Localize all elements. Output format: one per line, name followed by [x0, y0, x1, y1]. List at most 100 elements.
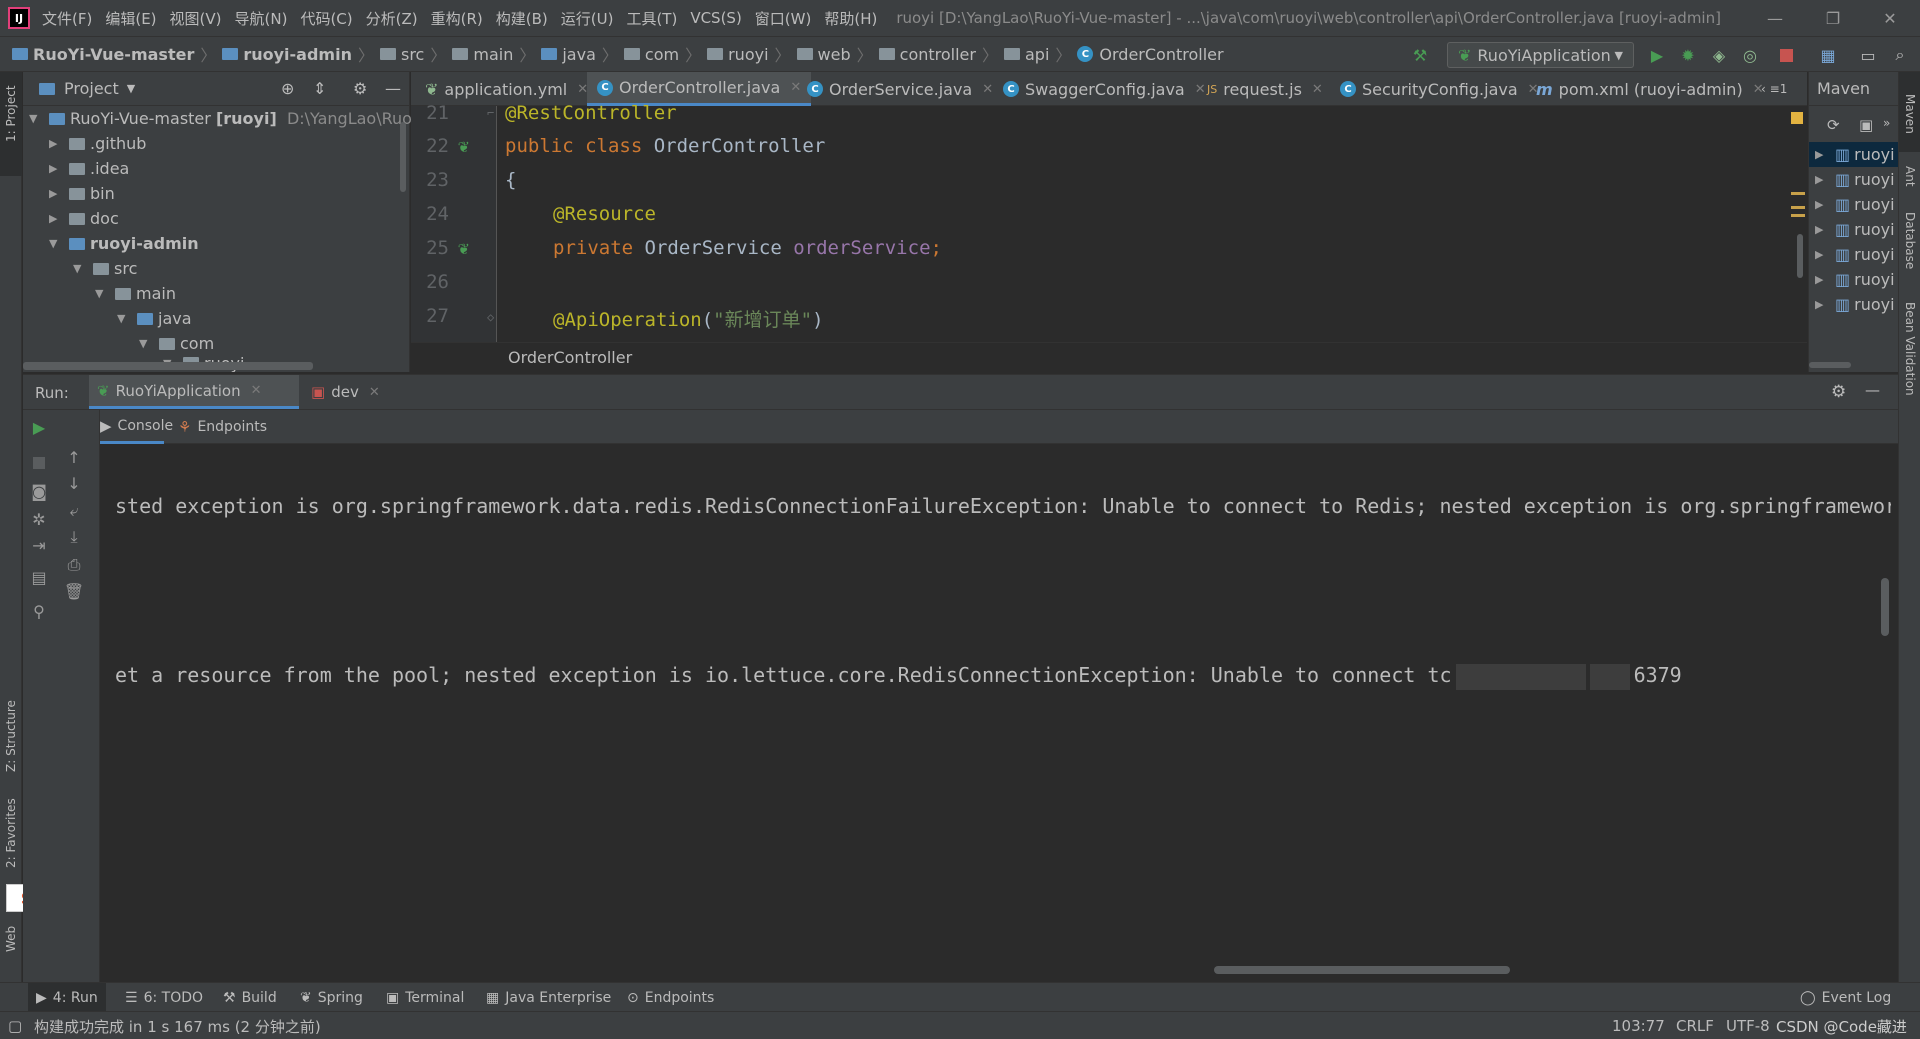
soft-wrap-icon[interactable]: ⤶	[63, 500, 85, 522]
error-stripe-mark[interactable]	[1791, 206, 1805, 209]
fold-icon[interactable]: ◇	[487, 310, 494, 324]
tree-item-main[interactable]: ▼ main	[95, 281, 176, 306]
favorites-tool-label[interactable]: 2: Favorites	[4, 798, 18, 868]
arrow-down-icon[interactable]: ↓	[63, 472, 85, 494]
hide-icon[interactable]: —	[385, 79, 401, 98]
tab-application-yml[interactable]: ❦ application.yml ✕	[415, 72, 598, 106]
minimize-icon[interactable]: —	[1745, 0, 1805, 36]
crumb-src[interactable]: src	[379, 45, 424, 64]
error-stripe-mark[interactable]	[1791, 192, 1805, 195]
debug-icon[interactable]: ✹	[1678, 45, 1698, 65]
profile-icon[interactable]: ◎	[1740, 45, 1760, 65]
stop-icon[interactable]	[28, 452, 50, 474]
console-output[interactable]: sted exception is org.springframework.da…	[101, 444, 1891, 966]
tab-request-js[interactable]: JS request.js ✕	[1197, 72, 1333, 106]
menu-build[interactable]: 构建(B)	[496, 8, 548, 29]
crumb-module[interactable]: ruoyi-admin	[222, 45, 352, 64]
database-tool-label[interactable]: Database	[1903, 212, 1917, 269]
editor-breadcrumb[interactable]: OrderController	[508, 348, 632, 367]
crumb-main[interactable]: main	[452, 45, 513, 64]
maven-project-item[interactable]: ▶ ▥ ruoyi	[1815, 242, 1895, 267]
crumb-controller[interactable]: controller	[878, 45, 976, 64]
tab-pom-xml[interactable]: m pom.xml (ruoyi-admin) ✕	[1526, 72, 1774, 106]
trash-icon[interactable]: 🗑	[63, 580, 85, 602]
line-separator[interactable]: CRLF	[1676, 1012, 1714, 1039]
error-stripe-mark[interactable]	[1791, 214, 1805, 217]
maven-tool-label[interactable]: Maven	[1903, 94, 1917, 134]
more-icon[interactable]: »	[1883, 116, 1890, 130]
layout-icon[interactable]: ▭	[1858, 45, 1878, 65]
close-tab-icon[interactable]: ✕	[251, 383, 262, 398]
tree-item-ruoyi-admin[interactable]: ▼ ruoyi-admin	[49, 231, 199, 256]
close-tab-icon[interactable]: ✕	[1312, 82, 1323, 97]
tab-ordercontroller[interactable]: C OrderController.java ✕	[587, 72, 812, 106]
run-config-select[interactable]: ❦ RuoYiApplication ▼	[1447, 42, 1634, 68]
caret-position[interactable]: 103:77	[1612, 1012, 1665, 1039]
maven-project-item[interactable]: ▶ ▥ ruoyi	[1815, 217, 1895, 242]
print-icon[interactable]: ⎙	[63, 554, 85, 576]
menu-navigate[interactable]: 导航(N)	[235, 8, 288, 29]
tool-tab-endpoints[interactable]: ⊙ Endpoints	[627, 983, 714, 1012]
rerun-icon[interactable]: ▶	[28, 416, 50, 438]
reload-icon[interactable]: ⟳	[1827, 116, 1840, 134]
console-vertical-scrollbar[interactable]	[1881, 578, 1889, 636]
tab-swaggerconfig[interactable]: C SwaggerConfig.java ✕	[993, 72, 1216, 106]
warning-indicator-icon[interactable]	[1791, 112, 1803, 124]
close-tab-icon[interactable]: ✕	[369, 385, 380, 400]
menu-tools[interactable]: 工具(T)	[626, 8, 677, 29]
chevron-down-icon[interactable]: ▼	[127, 82, 135, 95]
close-icon[interactable]: ✕	[1860, 0, 1920, 36]
status-message[interactable]: 构建成功完成 in 1 s 167 ms (2 分钟之前)	[34, 1012, 321, 1039]
tool-tab-event-log[interactable]: ◯ Event Log	[1800, 983, 1891, 1012]
menu-code[interactable]: 代码(C)	[300, 8, 352, 29]
tree-item-java[interactable]: ▼ java	[117, 306, 192, 331]
crumb-java[interactable]: java	[541, 45, 596, 64]
editor-vertical-scrollbar[interactable]	[1797, 234, 1803, 278]
subtab-console[interactable]: ▶ Console	[100, 410, 173, 444]
debug-bug-icon[interactable]: ✲	[28, 508, 50, 530]
tree-item-idea[interactable]: ▶ .idea	[49, 156, 129, 181]
console-horizontal-scrollbar[interactable]	[1214, 966, 1510, 974]
menu-analyze[interactable]: 分析(Z)	[366, 8, 418, 29]
fold-icon[interactable]: ⌐	[487, 106, 494, 120]
tool-tab-terminal[interactable]: ▣ Terminal	[386, 983, 464, 1012]
crumb-ruoyi[interactable]: ruoyi	[707, 45, 769, 64]
restore-icon[interactable]: ❐	[1803, 0, 1863, 36]
stop-icon[interactable]	[1776, 45, 1796, 65]
tab-overflow-menu[interactable]: ‹ ≡1	[1751, 72, 1797, 106]
run-icon[interactable]: ▶	[1647, 45, 1667, 65]
menu-refactor[interactable]: 重构(R)	[431, 8, 483, 29]
locate-icon[interactable]: ⊕	[281, 79, 294, 98]
hide-icon[interactable]: —	[1865, 381, 1880, 399]
collapse-all-icon[interactable]: ⇕	[313, 79, 326, 98]
horizontal-scrollbar[interactable]	[23, 362, 313, 370]
status-toggle-icon[interactable]: ▢	[8, 1012, 22, 1039]
maven-project-item[interactable]: ▶ ▥ ruoyi	[1815, 292, 1895, 317]
bean-validation-tool-label[interactable]: Bean Validation	[1903, 302, 1917, 396]
crumb-class[interactable]: C OrderController	[1077, 45, 1224, 64]
code-editor[interactable]: 21 22 23 24 25 26 27 ❦ ❦ ⌐ ◇ @RestContro…	[411, 102, 1807, 342]
layout-icon[interactable]: ▤	[28, 566, 50, 588]
tool-tab-spring[interactable]: ❦ Spring	[300, 983, 363, 1012]
camera-icon[interactable]: ◙	[28, 480, 50, 502]
spring-bean-gutter-icon[interactable]: ❦	[458, 136, 469, 157]
gear-icon[interactable]: ⚙	[353, 79, 367, 98]
project-panel-title[interactable]: Project	[64, 79, 119, 98]
structure-tool-label[interactable]: Z: Structure	[4, 700, 18, 772]
crumb-com[interactable]: com	[623, 45, 679, 64]
maven-project-item[interactable]: ▶ ▥ ruoyi	[1815, 167, 1895, 192]
menu-window[interactable]: 窗口(W)	[755, 8, 812, 29]
tree-item-github[interactable]: ▶ .github	[49, 131, 146, 156]
tool-tab-java-enterprise[interactable]: ▦ Java Enterprise	[486, 983, 611, 1012]
vertical-scrollbar[interactable]	[400, 122, 406, 192]
tree-item-com[interactable]: ▼ com	[139, 331, 214, 356]
arrow-up-icon[interactable]: ↑	[63, 446, 85, 468]
menu-view[interactable]: 视图(V)	[170, 8, 222, 29]
coverage-icon[interactable]: ◈	[1709, 45, 1729, 65]
subtab-endpoints[interactable]: ⚘ Endpoints	[178, 410, 267, 444]
autowired-gutter-icon[interactable]: ❦	[458, 238, 469, 259]
ant-tool-label[interactable]: Ant	[1903, 166, 1917, 187]
web-tool-label[interactable]: Web	[4, 926, 18, 952]
menu-help[interactable]: 帮助(H)	[824, 8, 877, 29]
crumb-project[interactable]: RuoYi-Vue-master	[12, 45, 194, 64]
